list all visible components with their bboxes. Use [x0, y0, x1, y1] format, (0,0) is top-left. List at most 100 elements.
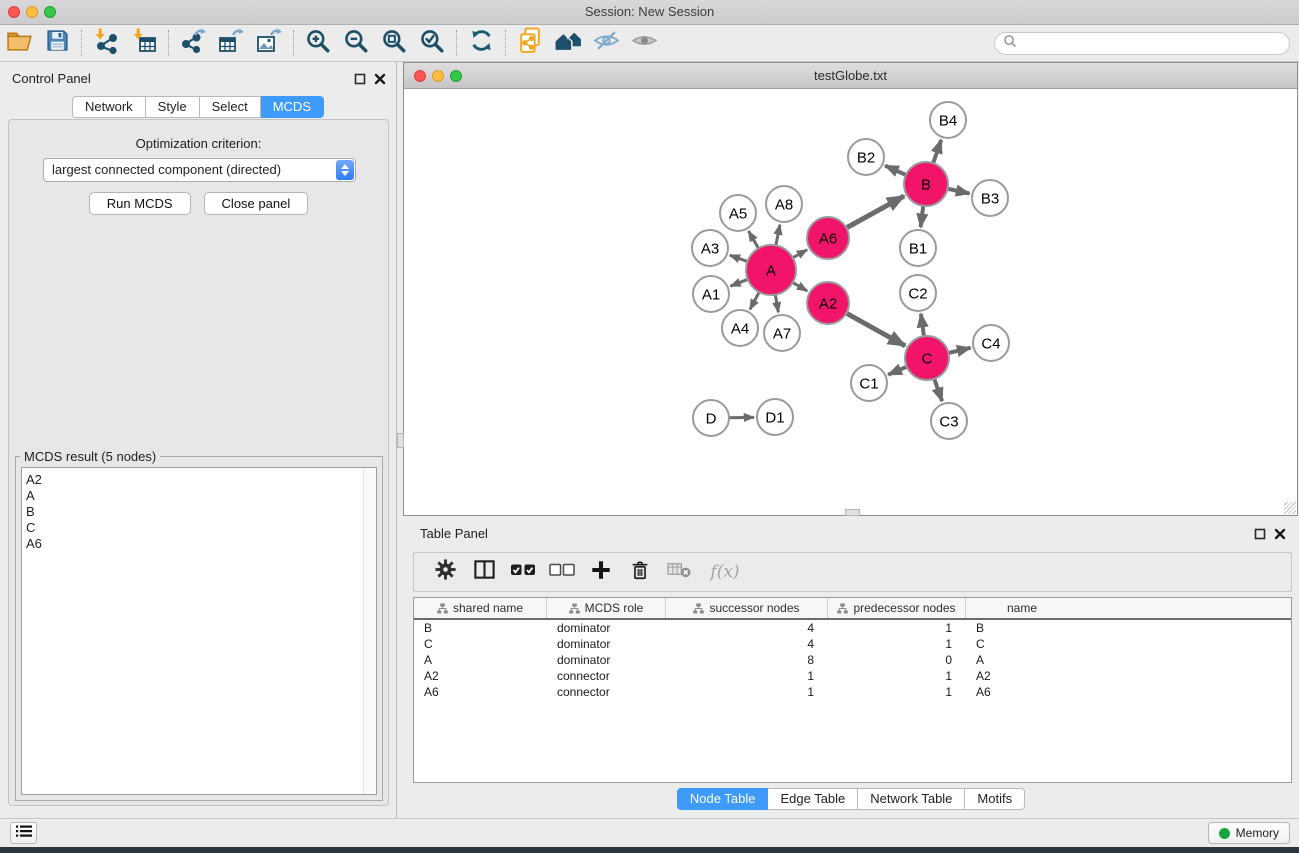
table-cell-name[interactable]: A2	[966, 668, 1078, 684]
table-cell-mcds_role[interactable]: dominator	[547, 636, 666, 652]
column-header-shared-name[interactable]: shared name	[414, 598, 547, 618]
search-input[interactable]	[1021, 35, 1289, 52]
table-cell-successor_nodes[interactable]: 4	[666, 620, 828, 636]
graph-node-C3[interactable]: C3	[931, 403, 967, 439]
show-columns-button[interactable]	[469, 557, 499, 587]
tab-node-table[interactable]: Node Table	[677, 788, 769, 810]
float-panel-icon[interactable]	[1254, 527, 1266, 545]
table-cell-successor_nodes[interactable]: 8	[666, 652, 828, 668]
resize-grip-icon[interactable]	[1284, 502, 1296, 514]
table-cell-predecessor_nodes[interactable]: 0	[828, 652, 966, 668]
graph-node-C1[interactable]: C1	[851, 365, 887, 401]
table-cell-shared_name[interactable]: A2	[414, 668, 547, 684]
table-row[interactable]: Adominator80A	[414, 652, 1291, 668]
table-cell-successor_nodes[interactable]: 1	[666, 668, 828, 684]
splitter-grip[interactable]	[397, 433, 404, 448]
deselect-all-button[interactable]	[547, 557, 577, 587]
export-image-button[interactable]	[250, 28, 288, 58]
result-item[interactable]: A2	[22, 472, 376, 488]
add-column-button[interactable]	[586, 557, 616, 587]
tab-motifs[interactable]: Motifs	[965, 788, 1025, 810]
table-cell-shared_name[interactable]: A6	[414, 684, 547, 700]
table-cell-mcds_role[interactable]: connector	[547, 684, 666, 700]
table-row[interactable]: Bdominator41B	[414, 620, 1291, 636]
graph-node-B3[interactable]: B3	[972, 180, 1008, 216]
graph-node-B2[interactable]: B2	[848, 139, 884, 175]
table-cell-successor_nodes[interactable]: 4	[666, 636, 828, 652]
run-mcds-button[interactable]: Run MCDS	[89, 192, 191, 215]
float-panel-icon[interactable]	[354, 72, 366, 90]
search-box[interactable]	[994, 32, 1290, 55]
network-window-titlebar[interactable]: testGlobe.txt	[404, 63, 1297, 89]
graph-node-C4[interactable]: C4	[973, 325, 1009, 361]
table-cell-shared_name[interactable]: B	[414, 620, 547, 636]
graph-node-A6[interactable]: A6	[807, 217, 849, 259]
graph-node-A[interactable]: A	[746, 245, 796, 295]
graph-node-A2[interactable]: A2	[807, 282, 849, 324]
export-network-button[interactable]	[174, 28, 212, 58]
select-all-button[interactable]	[508, 557, 538, 587]
table-cell-mcds_role[interactable]: dominator	[547, 620, 666, 636]
task-history-button[interactable]	[10, 822, 37, 844]
table-cell-predecessor_nodes[interactable]: 1	[828, 668, 966, 684]
column-header-name[interactable]: name	[966, 598, 1078, 618]
splitter-grip[interactable]	[845, 509, 860, 516]
table-row[interactable]: A2connector11A2	[414, 668, 1291, 684]
table-cell-mcds_role[interactable]: connector	[547, 668, 666, 684]
graph-node-A5[interactable]: A5	[720, 195, 756, 231]
graph-node-C[interactable]: C	[905, 336, 949, 380]
graph-node-B4[interactable]: B4	[930, 102, 966, 138]
zoom-out-button[interactable]	[337, 28, 375, 58]
graph-node-B[interactable]: B	[904, 162, 948, 206]
table-cell-shared_name[interactable]: C	[414, 636, 547, 652]
tab-edge-table[interactable]: Edge Table	[768, 788, 858, 810]
tab-mcds[interactable]: MCDS	[261, 96, 324, 118]
close-panel-icon[interactable]	[374, 72, 386, 90]
result-item[interactable]: B	[22, 504, 376, 520]
hide-labels-button[interactable]	[587, 28, 625, 58]
home-view-button[interactable]	[549, 28, 587, 58]
column-header-successor-nodes[interactable]: successor nodes	[666, 598, 828, 618]
table-row[interactable]: A6connector11A6	[414, 684, 1291, 700]
mcds-result-list[interactable]: A2ABCA6	[21, 467, 377, 795]
export-table-button[interactable]	[212, 28, 250, 58]
result-item[interactable]: A	[22, 488, 376, 504]
import-network-button[interactable]	[87, 28, 125, 58]
tab-network-table[interactable]: Network Table	[858, 788, 965, 810]
graph-node-B1[interactable]: B1	[900, 230, 936, 266]
tab-style[interactable]: Style	[146, 96, 200, 118]
zoom-selected-button[interactable]	[413, 28, 451, 58]
zoom-in-button[interactable]	[299, 28, 337, 58]
graph-node-A8[interactable]: A8	[766, 186, 802, 222]
delete-table-button[interactable]	[664, 557, 694, 587]
graph-node-A1[interactable]: A1	[693, 276, 729, 312]
graph-node-D[interactable]: D	[693, 400, 729, 436]
table-row[interactable]: Cdominator41C	[414, 636, 1291, 652]
table-cell-successor_nodes[interactable]: 1	[666, 684, 828, 700]
delete-column-button[interactable]	[625, 557, 655, 587]
graph-node-A7[interactable]: A7	[764, 315, 800, 351]
save-session-button[interactable]	[38, 28, 76, 58]
column-header-predecessor-nodes[interactable]: predecessor nodes	[828, 598, 966, 618]
result-item[interactable]: C	[22, 520, 376, 536]
graph-node-A3[interactable]: A3	[692, 230, 728, 266]
column-header-MCDS-role[interactable]: MCDS role	[547, 598, 666, 618]
tab-network[interactable]: Network	[72, 96, 146, 118]
zoom-fit-button[interactable]	[375, 28, 413, 58]
clone-network-button[interactable]	[511, 28, 549, 58]
result-item[interactable]: A6	[22, 536, 376, 552]
memory-button[interactable]: Memory	[1208, 822, 1290, 844]
close-panel-icon[interactable]	[1274, 527, 1286, 545]
table-cell-name[interactable]: C	[966, 636, 1078, 652]
network-canvas[interactable]: A5A8A3A1A4A7AA6A2BB2B4B3B1CC2C4C1C3DD1	[404, 89, 1297, 515]
refresh-layout-button[interactable]	[462, 28, 500, 58]
table-cell-predecessor_nodes[interactable]: 1	[828, 684, 966, 700]
close-panel-button[interactable]: Close panel	[204, 192, 309, 215]
table-cell-mcds_role[interactable]: dominator	[547, 652, 666, 668]
table-mode-button[interactable]	[430, 557, 460, 587]
function-builder-button[interactable]: f(x)	[703, 557, 747, 587]
graph-node-A4[interactable]: A4	[722, 310, 758, 346]
open-session-button[interactable]	[0, 28, 38, 58]
table-cell-name[interactable]: A6	[966, 684, 1078, 700]
table-cell-predecessor_nodes[interactable]: 1	[828, 620, 966, 636]
